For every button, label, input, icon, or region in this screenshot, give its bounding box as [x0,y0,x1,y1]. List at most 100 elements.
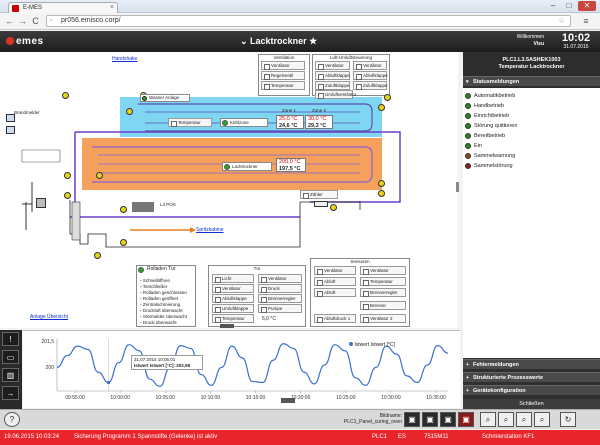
bottom-btn-7[interactable]: Brennerregler [258,294,302,303]
section-fehlermeldungen[interactable]: + Fehlermeldungen [463,359,600,369]
bottom-btn-4[interactable]: Temperatur [212,314,254,323]
close-sidebar-button[interactable]: Schließen [463,399,600,409]
bottom-btn-1[interactable]: Ventilator [212,284,254,293]
zoom-reset-icon[interactable]: ⌕ [534,412,550,427]
sensor-6[interactable] [96,172,103,179]
view-button-4[interactable]: ▣ [458,412,474,427]
brandmelder-text: Brandmelder [14,110,40,115]
forward-button[interactable]: → [17,16,28,27]
bottom-btn-0[interactable]: Licht [212,274,254,283]
zone1-readout: 25,0 °C 24,6 °C [276,115,304,129]
browser-tab[interactable]: E-MES × [8,2,118,13]
bottom-btn-2[interactable]: Abluftklappe [212,294,254,303]
sensor-1[interactable] [62,92,69,99]
welcome-user[interactable]: Visu [504,41,544,48]
bottom-btn-6[interactable]: Druck [258,284,302,293]
page-title-text: Lacktrockner ★ [250,36,318,46]
bottom-btn-9[interactable]: Ventilator [314,266,356,275]
monitor-view-icon[interactable]: ▭ [2,350,19,364]
kuehlzone-box[interactable]: Kühlzone [220,118,268,127]
top-btn-5[interactable]: Zuluftklappe [315,81,350,90]
top-btn-3[interactable]: Ventilator [315,61,350,70]
overview-link[interactable]: Anlage Übersicht [30,314,68,320]
zaehler-btn[interactable]: Zähler [300,190,338,199]
bottom-btn-5[interactable]: Ventilator [258,274,302,283]
handshake-link[interactable]: Handshake [112,56,137,62]
zoom-in-icon[interactable]: ⌕ [480,412,496,427]
bookmark-star-icon[interactable]: ☆ [558,16,565,25]
trend-chart-icon[interactable]: ▥ [2,368,19,382]
bottom-btn-15[interactable]: Brennerregler [360,288,406,297]
section-geraetekonfiguration[interactable]: + Gerätekonfiguration [463,385,600,395]
temperatur-kuehl-btn[interactable]: Temperatur [168,118,212,127]
title-chevron-icon: ⌄ [240,36,251,46]
sensor-14[interactable] [94,252,101,259]
monitor-icon[interactable] [6,114,15,122]
refresh-icon[interactable]: ↻ [560,412,576,427]
top-btn-0[interactable]: Ventilator [261,61,305,70]
bottom-btn-12[interactable]: Abluftdruck 1 [314,314,356,323]
tab-close-icon[interactable]: × [110,4,114,11]
motor-icon[interactable] [36,198,46,208]
logo-mark-icon [6,37,14,45]
bottom-btn-16[interactable]: Brenner [360,301,406,310]
bottom-btn-10[interactable]: Abluft [314,277,356,286]
bottom-btn-14[interactable]: Temperatur [360,277,406,286]
sensor-3[interactable] [384,94,391,101]
bottom-btn-17[interactable]: Ventilator 2 [360,314,406,323]
chart-scroll-handle[interactable] [281,398,295,403]
top-btn-1[interactable]: Regelventil [261,71,305,80]
sensor-group-title: Sensoren [350,259,370,264]
view-button-2[interactable]: ▣ [422,412,438,427]
zoom-out-icon[interactable]: ⌕ [498,412,514,427]
wasser-anlage-box[interactable]: Wasser Anlage [140,94,190,102]
view-button-1[interactable]: ▣ [404,412,420,427]
section-statusmeldungen[interactable]: ▾ Statusmeldungen [463,76,600,86]
view-button-3[interactable]: ▣ [440,412,456,427]
bottom-btn-8[interactable]: Pumpe [258,304,302,313]
top-btn-7[interactable]: Ventilator [353,61,387,70]
lacktrockner-box[interactable]: Lacktrockner [222,162,272,171]
top-btn-9[interactable]: Zuluftklappe [353,81,388,90]
zoom-fit-icon[interactable]: ⌕ [516,412,532,427]
sensor-7[interactable] [64,172,71,179]
monitor-icon-2[interactable] [6,126,15,134]
section-prozesswerte[interactable]: + Strukturierte Prozesswerte [463,372,600,382]
bottom-btn-11[interactable]: Abluft [314,288,356,297]
alarm-message-icon[interactable]: ! [2,332,19,346]
kuehlzone-lamp [222,120,228,126]
lacktrockner-text: Lacktrockner [232,164,258,169]
back-button[interactable]: ← [4,16,15,27]
vertical-splitter-handle[interactable] [456,182,459,192]
check-5-text: Druckluft überwacht [142,308,183,313]
sensor-13[interactable] [120,239,127,246]
reload-button[interactable]: C [30,16,41,27]
sensor-9[interactable] [378,190,385,197]
sensor-10[interactable] [64,192,71,199]
spray-booth-link[interactable]: Spritzkabine [196,227,224,233]
minimize-button[interactable]: – [546,1,560,11]
sensor-11[interactable] [330,204,337,211]
close-window-button[interactable]: ✕ [578,1,596,11]
browser-menu-icon[interactable]: ≡ [580,16,592,27]
logout-arrow-icon[interactable]: → [2,386,19,400]
check-7: ▫ Druck überwacht [140,320,177,325]
sensor-5[interactable] [378,104,385,111]
bottom-btn-13[interactable]: Ventilator [360,266,406,275]
bottom-btn-3[interactable]: Umluftklappe [212,304,254,313]
alarm-bar[interactable]: 19.06.2015 10:03:24 Sicherung Programm 1… [0,430,600,445]
sensor-4[interactable] [126,108,133,115]
top-btn-8[interactable]: Abluftklappe [353,71,388,80]
horizontal-splitter-handle[interactable] [220,324,234,328]
sensor-12[interactable] [120,206,127,213]
top-btn-2[interactable]: Temperatur [261,81,305,90]
maximize-button[interactable]: □ [562,1,576,11]
help-button[interactable]: ? [4,412,20,427]
top-btn-4[interactable]: Abluftklappe [315,71,350,80]
page-title[interactable]: ⌄ Lacktrockner ★ [240,36,317,47]
x-tick-label: 10:15:00 [246,395,266,401]
zone2-actual: 29,3 °C [308,122,327,129]
top-btn-6[interactable]: Umluftventilator [315,90,356,99]
url-input[interactable]: ▫ pr056.emisco.corp/ ☆ [46,15,571,27]
sensor-8[interactable] [378,180,385,187]
